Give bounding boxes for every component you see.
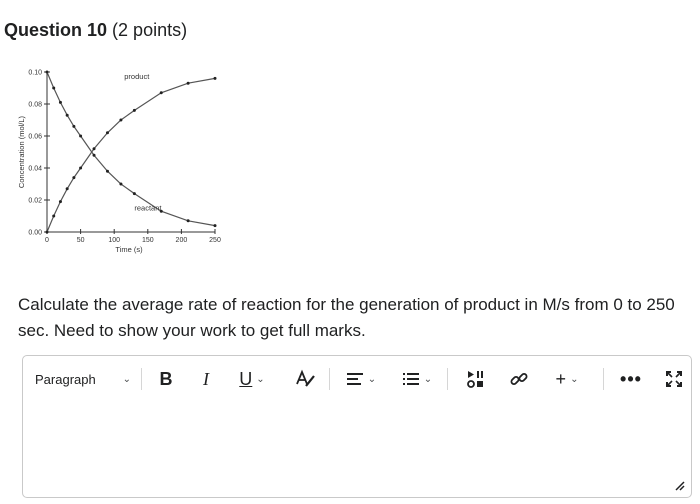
insert-button[interactable]: + ⌄ (549, 366, 585, 392)
y-axis-title: Concentration (mol/L) (17, 115, 26, 188)
toolbar-divider (447, 368, 448, 390)
x-tick-label: 100 (108, 237, 120, 244)
product-point (105, 131, 109, 135)
expand-icon (666, 371, 682, 387)
y-tick-label: 0.02 (28, 198, 42, 205)
chevron-down-icon: ⌄ (122, 373, 131, 385)
question-header: Question 10 (2 points) (4, 20, 187, 41)
product-point (79, 166, 83, 170)
product-series-label: product (124, 72, 150, 81)
x-tick-label: 250 (209, 237, 221, 244)
chevron-down-icon: ⌄ (256, 373, 265, 385)
align-button[interactable]: ⌄ (343, 366, 379, 392)
product-point (45, 230, 49, 234)
question-points: (2 points) (112, 20, 188, 40)
toolbar-divider (141, 368, 142, 390)
resize-handle-icon[interactable] (673, 479, 685, 491)
y-tick-label: 0.04 (28, 166, 42, 173)
link-icon (510, 373, 528, 385)
reactant-point (105, 169, 109, 173)
bold-button[interactable]: B (156, 366, 176, 392)
product-point (186, 81, 190, 85)
chart-svg: 0.00 0.02 0.04 0.06 0.08 0.10 0 50 100 150 200 250 T… (17, 70, 221, 255)
y-tick-label: 0.08 (28, 102, 42, 109)
reactant-point (79, 134, 83, 138)
y-tick-label: 0.10 (28, 70, 42, 77)
text-color-button[interactable] (293, 366, 317, 392)
more-actions-button[interactable]: ••• (620, 366, 641, 392)
list-icon (402, 373, 419, 385)
text-color-icon (296, 369, 315, 387)
x-axis-title: Time (s) (115, 245, 143, 254)
reactant-point (92, 153, 96, 157)
editor-text-area[interactable] (23, 402, 691, 497)
x-tick-label: 150 (142, 237, 154, 244)
reactant-curve (46, 71, 216, 227)
reactant-point (45, 70, 49, 74)
question-prompt: Calculate the average rate of reaction f… (18, 295, 675, 340)
toolbar-divider (329, 368, 330, 390)
reactant-point (213, 224, 217, 228)
reactant-point (58, 100, 62, 104)
insert-link-button[interactable] (507, 366, 531, 392)
product-point (65, 187, 69, 191)
product-point (132, 108, 136, 112)
product-point (213, 76, 217, 80)
x-tick-label: 200 (176, 237, 188, 244)
reactant-series-label: reactant (134, 203, 162, 212)
reactant-point (65, 113, 69, 117)
y-tick-label: 0.00 (28, 230, 42, 237)
format-select-label: Paragraph (35, 371, 96, 387)
fullscreen-button[interactable] (663, 366, 685, 392)
product-point (58, 200, 62, 204)
insert-media-button[interactable] (463, 366, 487, 392)
chevron-down-icon: ⌄ (423, 373, 433, 385)
question-title: Question 10 (4, 20, 108, 40)
product-point (52, 214, 56, 218)
product-point (72, 176, 76, 180)
plus-icon: + (555, 368, 567, 389)
list-button[interactable]: ⌄ (399, 366, 435, 392)
product-point (119, 118, 123, 122)
product-point (92, 147, 96, 151)
reactant-point (52, 86, 56, 90)
answer-editor[interactable]: Paragraph ⌄ B I U ⌄ ⌄ ⌄ + ⌄ ••• (22, 355, 692, 498)
underline-icon: U (239, 368, 253, 389)
reactant-point (119, 182, 123, 186)
underline-button[interactable]: U ⌄ (235, 366, 269, 392)
y-tick-label: 0.06 (28, 134, 42, 141)
product-point (159, 91, 163, 95)
format-select[interactable]: Paragraph ⌄ (33, 366, 133, 392)
chevron-down-icon: ⌄ (570, 373, 579, 385)
reactant-point (186, 219, 190, 223)
reactant-point (72, 124, 76, 128)
media-icon (467, 371, 483, 388)
toolbar-divider (603, 368, 604, 390)
chevron-down-icon: ⌄ (367, 373, 377, 385)
x-tick-label: 50 (77, 237, 85, 244)
concentration-chart: 0.00 0.02 0.04 0.06 0.08 0.10 0 50 100 150 200 250 T… (14, 60, 232, 270)
product-curve (46, 77, 216, 233)
align-left-icon (346, 373, 363, 385)
italic-button[interactable]: I (196, 366, 216, 392)
reactant-point (132, 192, 136, 196)
x-tick-label: 0 (45, 237, 49, 244)
editor-toolbar: Paragraph ⌄ B I U ⌄ ⌄ ⌄ + ⌄ ••• (23, 356, 691, 402)
